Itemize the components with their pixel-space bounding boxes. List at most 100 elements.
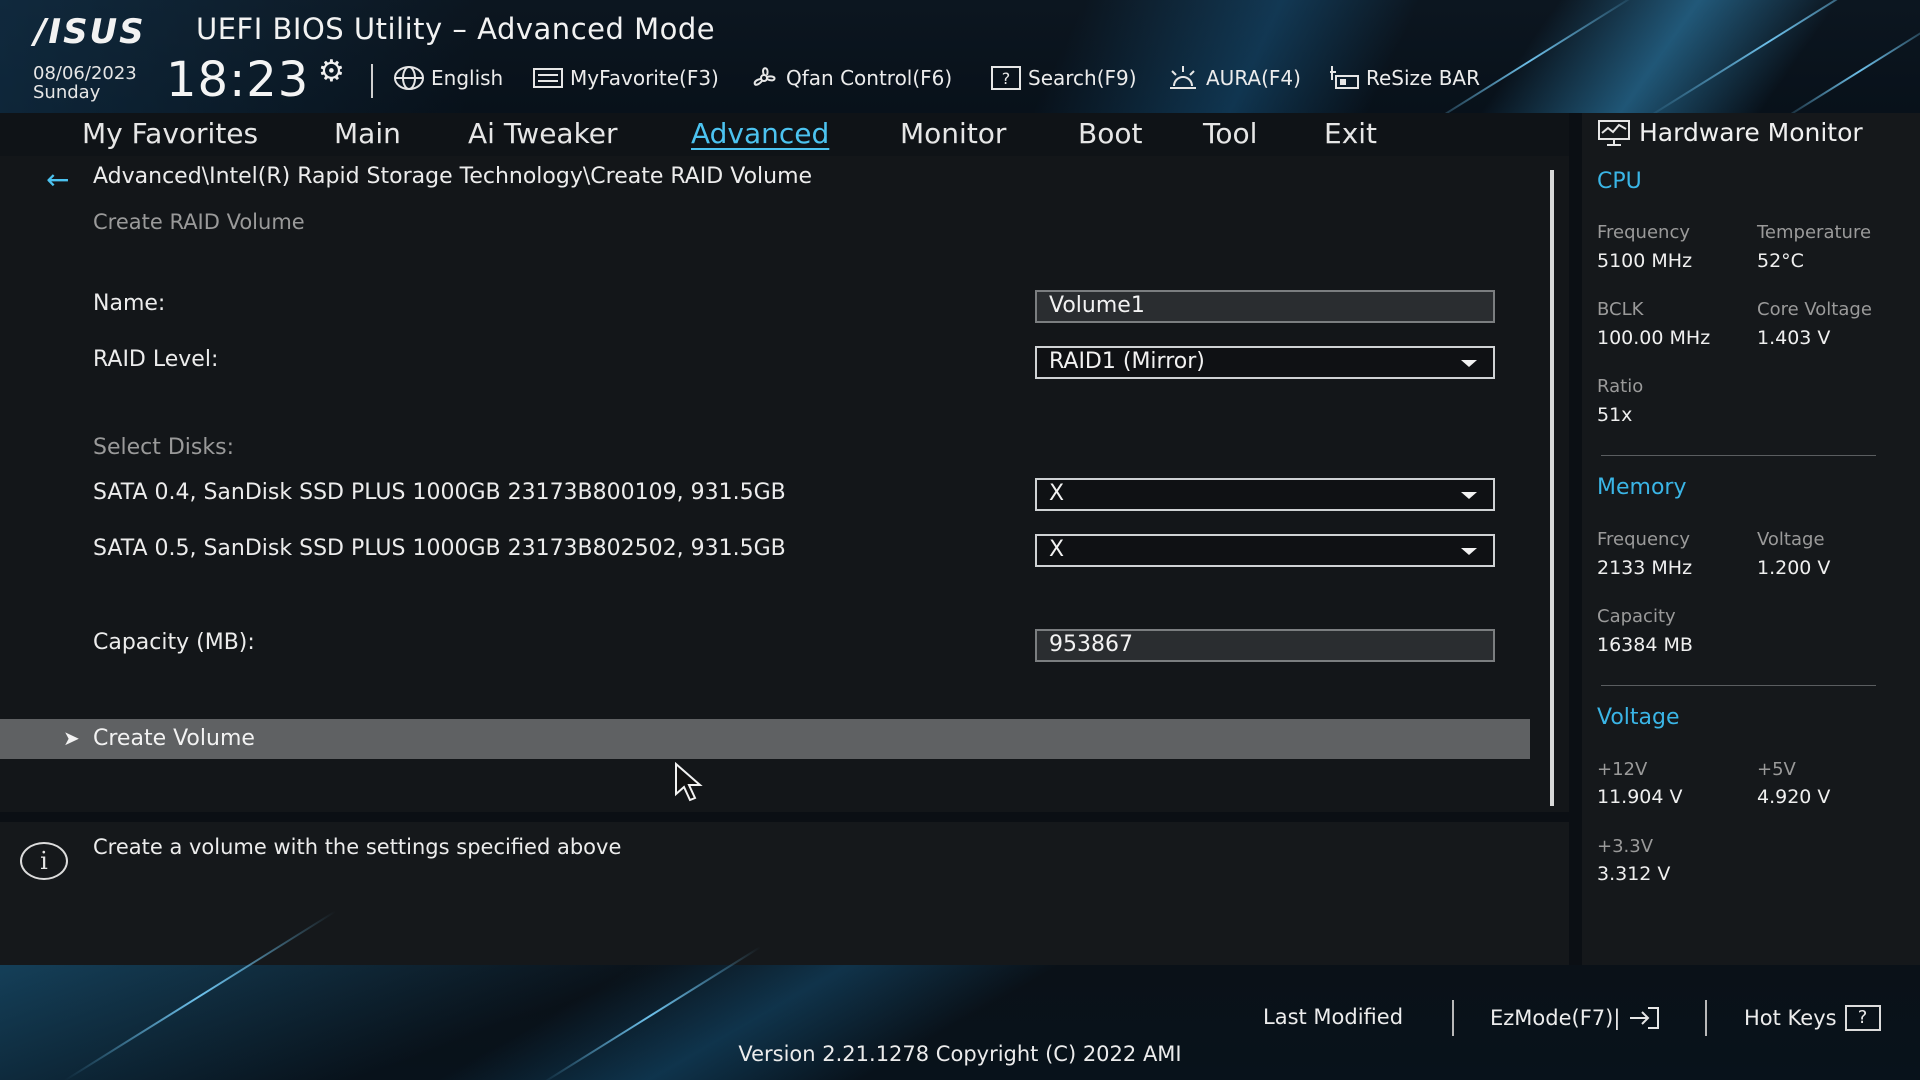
clock-time: 18:23: [166, 52, 310, 108]
hot-keys-label: Hot Keys: [1744, 1006, 1837, 1030]
tab-monitor[interactable]: Monitor: [900, 117, 1006, 150]
footer-divider: [1452, 1000, 1454, 1036]
date-display: 08/06/2023 Sunday: [33, 64, 137, 102]
cpu-temperature-label: Temperature: [1757, 222, 1872, 243]
help-text: Create a volume with the settings specif…: [93, 835, 622, 859]
qfan-button[interactable]: Qfan Control(F6): [748, 64, 952, 92]
tab-ai-tweaker[interactable]: Ai Tweaker: [468, 117, 618, 150]
language-button[interactable]: English: [393, 64, 503, 92]
ezmode-button[interactable]: EzMode(F7)|: [1490, 1005, 1662, 1031]
v5-label: +5V: [1757, 759, 1796, 780]
resize-bar-label: ReSize BAR: [1366, 66, 1481, 90]
memory-capacity-value: 16384 MB: [1597, 634, 1693, 656]
disk-1-value: X: [1049, 481, 1065, 506]
v33-label: +3.3V: [1597, 836, 1654, 857]
qfan-label: Qfan Control(F6): [786, 66, 953, 90]
ratio-label: Ratio: [1597, 376, 1644, 397]
section-divider: [1601, 455, 1876, 456]
name-field[interactable]: Volume1: [1035, 290, 1495, 323]
disk-2-value: X: [1049, 537, 1065, 562]
disk-label: SATA 0.4, SanDisk SSD PLUS 1000GB 23173B…: [93, 480, 786, 505]
raid-level-value: RAID1 (Mirror): [1049, 349, 1205, 374]
memory-heading: Memory: [1597, 475, 1687, 500]
resize-bar-button[interactable]: ReSize BAR: [1328, 64, 1480, 92]
aura-light-icon: [1170, 66, 1196, 89]
gear-icon[interactable]: ⚙: [318, 54, 345, 89]
decor-streak: [1774, 17, 1920, 125]
v12-label: +12V: [1597, 759, 1648, 780]
memory-capacity-label: Capacity: [1597, 606, 1676, 627]
myfavorite-label: MyFavorite(F3): [570, 66, 719, 90]
resize-bar-icon: [1330, 66, 1359, 89]
language-label: English: [431, 66, 504, 90]
date-text: 08/06/2023: [33, 63, 137, 84]
memory-voltage-value: 1.200 V: [1757, 557, 1831, 579]
myfavorite-button[interactable]: MyFavorite(F3): [532, 64, 719, 92]
ratio-value: 51x: [1597, 404, 1633, 426]
footer-divider: [1705, 1000, 1707, 1036]
disk-1-select[interactable]: X: [1035, 478, 1495, 511]
core-voltage-value: 1.403 V: [1757, 327, 1831, 349]
exit-arrow-icon: [1630, 1007, 1660, 1029]
voltage-heading: Voltage: [1597, 705, 1680, 730]
tab-main[interactable]: Main: [334, 117, 401, 150]
header-divider: [371, 64, 373, 98]
hardware-monitor-label: Hardware Monitor: [1639, 118, 1863, 147]
scrollbar[interactable]: [1550, 170, 1554, 806]
v33-value: 3.312 V: [1597, 863, 1671, 885]
hardware-monitor-title: Hardware Monitor: [1597, 118, 1863, 147]
raid-level-label: RAID Level:: [93, 347, 219, 372]
fan-icon: [753, 67, 776, 86]
info-icon: i: [20, 842, 68, 880]
name-label: Name:: [93, 291, 166, 316]
memory-frequency-label: Frequency: [1597, 529, 1690, 550]
breadcrumb: Advanced\Intel(R) Rapid Storage Technolo…: [93, 164, 813, 189]
chevron-right-icon: ➤: [63, 726, 80, 750]
aura-button[interactable]: AURA(F4): [1166, 64, 1301, 92]
create-volume-row[interactable]: ➤ Create Volume: [0, 719, 1530, 759]
hot-keys-icon: ?: [1844, 1005, 1881, 1031]
capacity-field: 953867: [1035, 629, 1495, 662]
create-volume-label: Create Volume: [93, 726, 255, 751]
disk-2-select[interactable]: X: [1035, 534, 1495, 567]
disk-label: SATA 0.5, SanDisk SSD PLUS 1000GB 23173B…: [93, 536, 786, 561]
memory-frequency-value: 2133 MHz: [1597, 557, 1693, 579]
section-title: Create RAID Volume: [93, 210, 305, 234]
svg-text:?: ?: [1002, 69, 1011, 88]
mouse-cursor-icon: [675, 762, 703, 802]
asus-logo: /ISUS: [34, 12, 146, 52]
monitor-icon: [1598, 119, 1630, 146]
back-arrow-icon[interactable]: ←: [46, 163, 69, 196]
search-button[interactable]: ? Search(F9): [990, 64, 1137, 92]
ezmode-label: EzMode(F7)|: [1490, 1006, 1621, 1030]
tab-tool[interactable]: Tool: [1203, 117, 1257, 150]
memory-voltage-label: Voltage: [1757, 529, 1825, 550]
last-modified-button[interactable]: Last Modified: [1263, 1005, 1403, 1029]
chevron-down-icon: [1461, 492, 1477, 499]
tab-exit[interactable]: Exit: [1324, 117, 1377, 150]
core-voltage-label: Core Voltage: [1757, 299, 1872, 320]
search-label: Search(F9): [1028, 66, 1137, 90]
tab-advanced[interactable]: Advanced: [691, 117, 829, 150]
version-text: Version 2.21.1278 Copyright (C) 2022 AMI: [738, 1042, 1182, 1066]
capacity-label: Capacity (MB):: [93, 630, 255, 655]
aura-label: AURA(F4): [1206, 66, 1301, 90]
bclk-label: BCLK: [1597, 299, 1644, 320]
cpu-heading: CPU: [1597, 169, 1642, 194]
keyboard-icon: [533, 68, 563, 88]
globe-icon: [394, 66, 424, 90]
raid-level-select[interactable]: RAID1 (Mirror): [1035, 346, 1495, 379]
tab-boot[interactable]: Boot: [1078, 117, 1142, 150]
last-modified-label: Last Modified: [1263, 1005, 1404, 1029]
section-divider: [1601, 685, 1876, 686]
decor-streak: [1642, 0, 1898, 122]
page-title: UEFI BIOS Utility – Advanced Mode: [196, 12, 716, 46]
select-disks-label: Select Disks:: [93, 435, 234, 460]
help-box-icon: ?: [991, 66, 1021, 90]
cpu-frequency-label: Frequency: [1597, 222, 1690, 243]
hot-keys-button[interactable]: Hot Keys ?: [1744, 1005, 1881, 1031]
v5-value: 4.920 V: [1757, 786, 1831, 808]
tab-my-favorites[interactable]: My Favorites: [82, 117, 258, 150]
cpu-temperature-value: 52°C: [1757, 250, 1804, 272]
bclk-value: 100.00 MHz: [1597, 327, 1711, 349]
